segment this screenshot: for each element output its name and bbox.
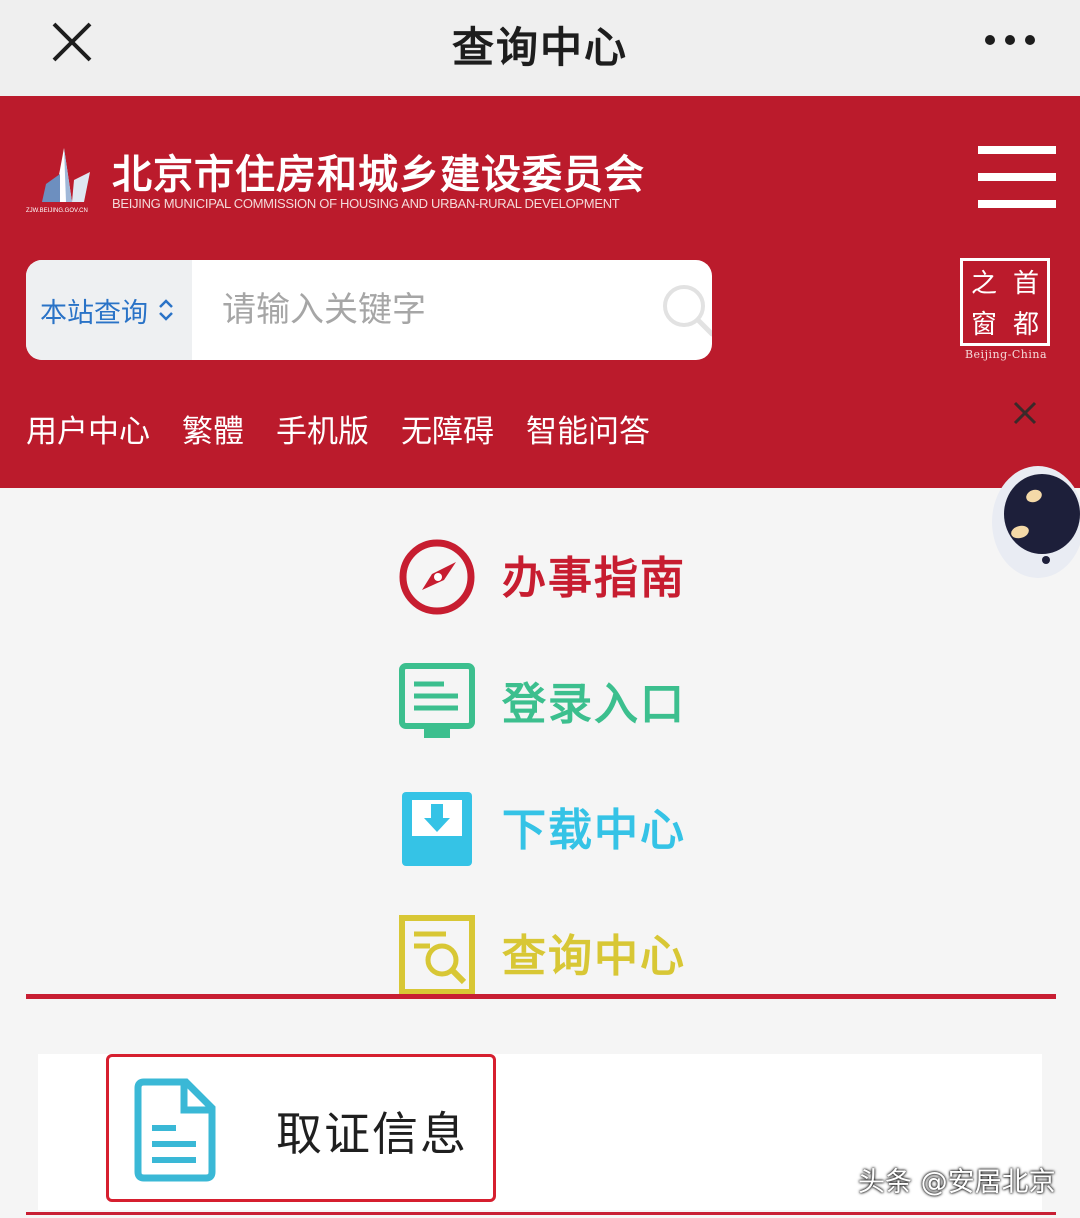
search-scope-label: 本站查询 — [40, 297, 148, 329]
menu-item-query[interactable]: 查询中心 — [396, 912, 696, 994]
download-tray-icon — [402, 792, 472, 866]
nav-item-smart-qa[interactable]: 智能问答 — [526, 406, 650, 451]
search-bar: 本站查询 — [26, 260, 712, 360]
capital-window-seal[interactable]: 之 首 窗 都 Beijing-China — [960, 258, 1052, 368]
nav-item-traditional[interactable]: 繁體 — [182, 406, 244, 451]
logo-icon[interactable]: ZJW.BEIJING.GOV.CN — [24, 144, 104, 214]
compass-icon — [399, 539, 475, 615]
seal-char: 都 — [1012, 310, 1039, 340]
search-scope-select[interactable]: 本站查询 — [26, 260, 192, 360]
chevron-updown-icon — [159, 299, 173, 321]
seal-char: 窗 — [970, 310, 997, 340]
org-name-en: BEIJING MUNICIPAL COMMISSION OF HOUSING … — [112, 196, 620, 211]
section-divider — [26, 994, 1056, 999]
menu-item-label: 办事指南 — [502, 553, 686, 604]
seal-char: 之 — [970, 269, 997, 299]
menu-hamburger-icon[interactable] — [978, 146, 1056, 208]
menu-item-guide[interactable]: 办事指南 — [396, 534, 696, 616]
top-bar: 查询中心 — [0, 0, 1080, 96]
logo-caption: ZJW.BEIJING.GOV.CN — [26, 208, 88, 214]
assistant-robot-icon[interactable] — [976, 456, 1080, 580]
seal-char: 首 — [1012, 269, 1039, 299]
menu-item-label: 查询中心 — [502, 931, 686, 982]
menu-item-login[interactable]: 登录入口 — [396, 660, 696, 742]
more-options-icon[interactable] — [984, 30, 1036, 50]
menu-item-download[interactable]: 下载中心 — [396, 786, 696, 868]
search-icon[interactable] — [658, 280, 712, 340]
seal-chars: 之 首 窗 都 — [960, 258, 1050, 346]
nav-item-accessibility[interactable]: 无障碍 — [401, 406, 494, 451]
search-document-icon — [399, 915, 475, 994]
nav-item-user-center[interactable]: 用户中心 — [26, 406, 150, 451]
site-header: ZJW.BEIJING.GOV.CN 北京市住房和城乡建设委员会 BEIJING… — [0, 96, 1080, 488]
menu-item-label: 登录入口 — [502, 679, 686, 730]
menu-item-label: 下载中心 — [502, 805, 686, 856]
bottom-divider — [26, 1212, 1056, 1215]
page-title: 查询中心 — [451, 23, 628, 72]
watermark: 头条 @安居北京 — [858, 1167, 1056, 1198]
login-screen-icon — [399, 663, 475, 738]
document-icon — [134, 1078, 216, 1182]
seal-caption: Beijing-China — [964, 348, 1048, 361]
certificate-info-label: 取证信息 — [276, 1107, 468, 1161]
close-assistant-icon[interactable] — [1012, 400, 1038, 426]
header-nav: 用户中心 繁體 手机版 无障碍 智能问答 — [26, 406, 682, 451]
search-input[interactable] — [222, 282, 642, 338]
org-name-cn: 北京市住房和城乡建设委员会 — [112, 152, 645, 198]
nav-item-mobile[interactable]: 手机版 — [276, 406, 369, 451]
page: 查询中心 ZJW.BEIJING.GOV.CN 北京市住房和城乡建设委员会 BE… — [0, 0, 1080, 1218]
